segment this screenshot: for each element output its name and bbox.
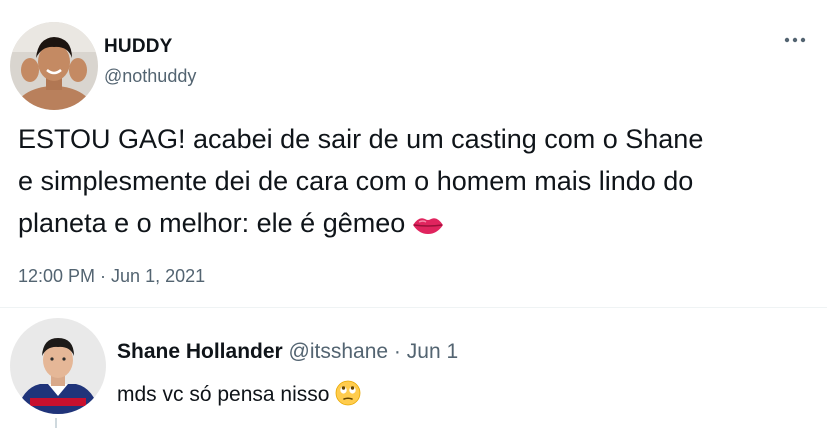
reply-text-content: mds vc só pensa nisso	[117, 383, 330, 406]
reply-separator: ·	[388, 340, 407, 363]
lips-emoji-icon	[411, 206, 445, 248]
user-handle[interactable]: @nothuddy	[104, 66, 196, 87]
reply-handle[interactable]: @itsshane	[289, 340, 389, 363]
thread-connector	[55, 418, 57, 428]
tweet-card: HUDDY @nothuddy ESTOU GAG! acabei de sai…	[0, 0, 827, 428]
tweet-timestamp[interactable]: 12:00 PM · Jun 1, 2021	[18, 266, 205, 287]
reply-header: Shane Hollander @itsshane · Jun 1	[117, 340, 458, 364]
reply-avatar[interactable]	[10, 318, 106, 414]
face-with-rolling-eyes-emoji-icon	[335, 380, 361, 412]
more-horizontal-icon	[784, 37, 806, 43]
tweet-text-line: planeta e o melhor: ele é gêmeo	[18, 208, 406, 238]
tweet-text-line: ESTOU GAG! acabei de sair de um casting …	[18, 124, 704, 154]
tweet-text-line: e simplesmente dei de cara com o homem m…	[18, 166, 694, 196]
more-options-button[interactable]	[780, 30, 810, 50]
reply-text: mds vc só pensa nisso	[117, 380, 361, 412]
reply-date[interactable]: Jun 1	[407, 340, 458, 363]
display-name[interactable]: HUDDY	[104, 36, 173, 58]
divider	[0, 307, 827, 308]
tweet-text: ESTOU GAG! acabei de sair de um casting …	[18, 118, 818, 248]
tweet-text-line-last: planeta e o melhor: ele é gêmeo	[18, 202, 818, 248]
avatar[interactable]	[10, 22, 98, 110]
reply-display-name[interactable]: Shane Hollander	[117, 340, 283, 363]
